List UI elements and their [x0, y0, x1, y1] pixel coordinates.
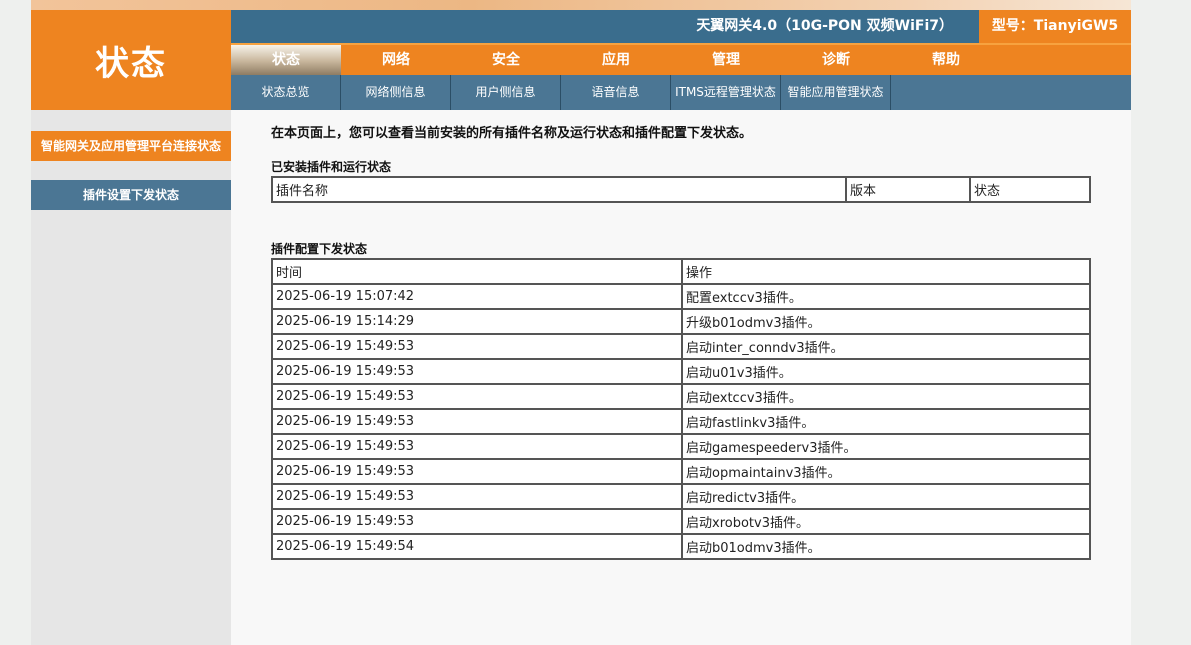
table-row: 2025-06-19 15:49:54 启动b01odmv3插件。 — [271, 533, 1091, 560]
operation-cell: 启动extccv3插件。 — [681, 383, 1091, 410]
nav-tab-help[interactable]: 帮助 — [891, 45, 1001, 75]
time-cell: 2025-06-19 15:49:53 — [271, 358, 683, 385]
table-header-row: 时间 操作 — [271, 258, 1091, 285]
subnav-user-side-info[interactable]: 用户侧信息 — [451, 75, 561, 110]
device-title: 天翼网关4.0（10G-PON 双频WiFi7） — [696, 18, 953, 34]
operation-cell: 升级b01odmv3插件。 — [681, 308, 1091, 335]
page-frame: 状态 天翼网关4.0（10G-PON 双频WiFi7） 型号：TianyiGW5… — [31, 0, 1131, 645]
operation-cell: 启动b01odmv3插件。 — [681, 533, 1091, 560]
table-row: 2025-06-19 15:49:53 启动redictv3插件。 — [271, 483, 1091, 510]
subnav-network-side-info[interactable]: 网络侧信息 — [341, 75, 451, 110]
table-row: 2025-06-19 15:49:53 启动extccv3插件。 — [271, 383, 1091, 410]
time-cell: 2025-06-19 15:49:53 — [271, 433, 683, 460]
table-row: 2025-06-19 15:49:53 启动xrobotv3插件。 — [271, 508, 1091, 535]
operation-cell: 启动u01v3插件。 — [681, 358, 1091, 385]
subnav-itms-status[interactable]: ITMS远程管理状态 — [671, 75, 781, 110]
nav-tab-diagnosis[interactable]: 诊断 — [781, 45, 891, 75]
operation-cell: 启动xrobotv3插件。 — [681, 508, 1091, 535]
column-header-plugin-name: 插件名称 — [271, 176, 847, 203]
config-status-table: 时间 操作 2025-06-19 15:07:42 配置extccv3插件。 2… — [271, 258, 1091, 560]
section-logo: 状态 — [31, 10, 231, 110]
operation-cell: 配置extccv3插件。 — [681, 283, 1091, 310]
subnav-smart-app-status[interactable]: 智能应用管理状态 — [781, 75, 891, 110]
sub-nav: 状态总览 网络侧信息 用户侧信息 语音信息 ITMS远程管理状态 智能应用管理状… — [231, 75, 1131, 110]
sidebar: 智能网关及应用管理平台连接状态 插件设置下发状态 — [31, 110, 231, 645]
time-cell: 2025-06-19 15:49:53 — [271, 483, 683, 510]
operation-cell: 启动gamespeederv3插件。 — [681, 433, 1091, 460]
section-title: 状态 — [95, 43, 167, 84]
top-decorative-stripe — [31, 0, 1131, 10]
nav-tab-network[interactable]: 网络 — [341, 45, 451, 75]
time-cell: 2025-06-19 15:49:53 — [271, 333, 683, 360]
installed-plugins-table: 插件名称 版本 状态 — [271, 176, 1091, 203]
table-row: 2025-06-19 15:14:29 升级b01odmv3插件。 — [271, 308, 1091, 335]
time-cell: 2025-06-19 15:49:53 — [271, 458, 683, 485]
table-row: 2025-06-19 15:49:53 启动fastlinkv3插件。 — [271, 408, 1091, 435]
main-content: 在本页面上，您可以查看当前安装的所有插件名称及运行状态和插件配置下发状态。 已安… — [231, 110, 1131, 645]
installed-plugins-title: 已安装插件和运行状态 — [271, 160, 392, 174]
column-header-version: 版本 — [845, 176, 971, 203]
operation-cell: 启动redictv3插件。 — [681, 483, 1091, 510]
operation-cell: 启动fastlinkv3插件。 — [681, 408, 1091, 435]
time-cell: 2025-06-19 15:49:53 — [271, 508, 683, 535]
table-row: 2025-06-19 15:49:53 启动gamespeederv3插件。 — [271, 433, 1091, 460]
table-row: 2025-06-19 15:49:53 启动u01v3插件。 — [271, 358, 1091, 385]
sidebar-item-platform-connection[interactable]: 智能网关及应用管理平台连接状态 — [31, 131, 231, 161]
nav-tab-security[interactable]: 安全 — [451, 45, 561, 75]
title-bar: 天翼网关4.0（10G-PON 双频WiFi7） 型号：TianyiGW5 — [231, 10, 1131, 43]
table-header-row: 插件名称 版本 状态 — [271, 176, 1091, 203]
operation-cell: 启动inter_conndv3插件。 — [681, 333, 1091, 360]
page-description: 在本页面上，您可以查看当前安装的所有插件名称及运行状态和插件配置下发状态。 — [271, 126, 753, 141]
column-header-status: 状态 — [969, 176, 1091, 203]
main-nav: 状态 网络 安全 应用 管理 诊断 帮助 — [231, 45, 1131, 75]
subnav-voice-info[interactable]: 语音信息 — [561, 75, 671, 110]
column-header-operation: 操作 — [681, 258, 1091, 285]
nav-tab-status[interactable]: 状态 — [231, 45, 341, 75]
time-cell: 2025-06-19 15:49:53 — [271, 383, 683, 410]
config-status-title: 插件配置下发状态 — [271, 242, 368, 256]
table-row: 2025-06-19 15:49:53 启动opmaintainv3插件。 — [271, 458, 1091, 485]
time-cell: 2025-06-19 15:49:53 — [271, 408, 683, 435]
subnav-status-overview[interactable]: 状态总览 — [231, 75, 341, 110]
operation-cell: 启动opmaintainv3插件。 — [681, 458, 1091, 485]
model-label: 型号：TianyiGW5 — [979, 10, 1131, 43]
time-cell: 2025-06-19 15:14:29 — [271, 308, 683, 335]
table-row: 2025-06-19 15:49:53 启动inter_conndv3插件。 — [271, 333, 1091, 360]
table-row: 2025-06-19 15:07:42 配置extccv3插件。 — [271, 283, 1091, 310]
sidebar-item-plugin-config-status[interactable]: 插件设置下发状态 — [31, 180, 231, 210]
column-header-time: 时间 — [271, 258, 683, 285]
nav-tab-application[interactable]: 应用 — [561, 45, 671, 75]
time-cell: 2025-06-19 15:49:54 — [271, 533, 683, 560]
nav-tab-management[interactable]: 管理 — [671, 45, 781, 75]
time-cell: 2025-06-19 15:07:42 — [271, 283, 683, 310]
